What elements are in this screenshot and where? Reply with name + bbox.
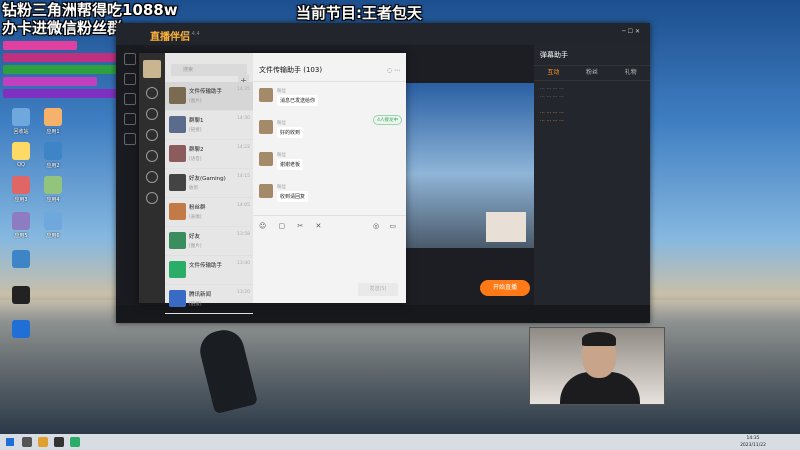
panel-title: 弹幕助手 — [534, 45, 650, 66]
app-version: v2.4.4 — [184, 31, 200, 37]
chat-pane: 文件传输助手 (103) ◌ ⋯ 4人接龙中 粉丝 消息已发送给你 粉丝 好的收到 … — [253, 53, 406, 303]
taskbar: 14:35 2023/11/22 — [0, 434, 800, 450]
wechat-icon[interactable] — [70, 437, 80, 447]
conversation-item[interactable]: 文件传输助手 13:40 — [165, 256, 253, 285]
panel-text: ··· ··· ··· ··· ··· ··· ··· ··· — [540, 86, 564, 100]
desktop-icon[interactable] — [4, 320, 38, 340]
search-input[interactable]: 搜索 + — [171, 64, 249, 87]
conversation-item[interactable]: 好友 13:58 [图片] — [165, 227, 253, 256]
tab-fans[interactable]: 粉丝 — [586, 66, 598, 80]
preview-webcam — [486, 212, 526, 242]
danmaku-line — [3, 77, 97, 86]
window-controls[interactable]: ─ ☐ ✕ — [622, 28, 640, 35]
conversation-item[interactable]: 群聊2 14:22 [语音] — [165, 140, 253, 169]
settings-icon[interactable] — [146, 192, 158, 204]
clock-date: 2023/11/22 — [740, 443, 766, 448]
sidebar-icon[interactable] — [124, 93, 136, 105]
conversation-item[interactable]: 群聊1 14:30 [链接] — [165, 111, 253, 140]
avatar[interactable] — [143, 60, 161, 78]
desktop-icon[interactable]: 应用2 — [36, 142, 70, 169]
desktop-icon[interactable]: 应用3 — [4, 176, 38, 203]
call-icons[interactable]: ◎ ▭ — [373, 222, 400, 230]
chat-title: 文件传输助手 (103) — [259, 66, 323, 74]
chat-icon[interactable] — [146, 87, 158, 99]
overlay-line-1: 钻粉三角洲帮得吃1088w — [2, 1, 178, 19]
chain-tag[interactable]: 4人接龙中 — [373, 115, 402, 125]
wechat-sidebar — [139, 53, 165, 303]
tab-interaction[interactable]: 互动 — [547, 66, 559, 80]
start-live-button[interactable]: 开始直播 — [480, 280, 530, 296]
panel-tabs: 互动 粉丝 礼物 — [534, 66, 650, 81]
desktop-icon[interactable]: QQ — [4, 142, 38, 168]
sidebar-icon[interactable] — [124, 113, 136, 125]
conversation-item[interactable]: 粉丝群 14:05 [表情] — [165, 198, 253, 227]
live-preview — [406, 83, 534, 248]
sidebar-icon[interactable] — [124, 73, 136, 85]
conversation-list: 搜索 + 文件传输助手 14:35 [图片] 群聊1 14:30 [链接] 群聊2 14:… — [165, 53, 253, 314]
message-input[interactable]: ☺ ▢ ✂ ✕ ◎ ▭ 发送(S) — [253, 215, 406, 304]
panel-highlight-text: ··· ··· ··· ··· ··· ··· ··· ··· — [540, 110, 564, 124]
files-icon[interactable] — [146, 150, 158, 162]
clock-time: 14:35 — [746, 436, 760, 441]
danmaku-panel: 弹幕助手 互动 粉丝 礼物 ··· ··· ··· ··· ··· ··· ···… — [534, 45, 650, 323]
desktop-icon[interactable]: 应用1 — [36, 108, 70, 135]
start-icon[interactable] — [6, 438, 14, 446]
app-icon[interactable] — [54, 437, 64, 447]
stream-overlay-right: 当前节目:王者包天 — [296, 4, 422, 22]
wechat-window: 搜索 + 文件传输助手 14:35 [图片] 群聊1 14:30 [链接] 群聊2 14:… — [139, 53, 406, 314]
desktop-icon[interactable]: 应用5 — [4, 212, 38, 239]
message-area: 4人接龙中 粉丝 消息已发送给你 粉丝 好的收到 粉丝 谢谢老板 粉丝 收到请回复 — [253, 81, 406, 216]
desktop-icon[interactable] — [4, 286, 38, 306]
favorites-icon[interactable] — [146, 129, 158, 141]
desktop-icon[interactable]: 应用4 — [36, 176, 70, 203]
desktop-icon[interactable]: 回收站 — [4, 108, 38, 135]
folder-icon[interactable] — [38, 437, 48, 447]
webcam-overlay — [529, 327, 665, 405]
desktop-icon[interactable] — [4, 250, 38, 270]
danmaku-line — [3, 89, 127, 98]
send-button[interactable]: 发送(S) — [358, 283, 398, 296]
tab-gifts[interactable]: 礼物 — [625, 66, 637, 80]
conversation-item[interactable]: 好友(Gaming) 14:15 收到 — [165, 169, 253, 198]
clock[interactable]: 14:35 2023/11/22 — [740, 435, 766, 449]
input-toolbar-icons[interactable]: ☺ ▢ ✂ ✕ — [259, 222, 326, 230]
contacts-icon[interactable] — [146, 108, 158, 120]
danmaku-line — [3, 53, 117, 62]
sidebar-icon[interactable] — [124, 133, 136, 145]
chat-more-icon[interactable]: ◌ ⋯ — [387, 67, 400, 74]
danmaku-line — [3, 41, 77, 50]
search-icon[interactable] — [22, 437, 32, 447]
conversation-item[interactable]: 腾讯新闻 13:20 [链接] — [165, 285, 253, 314]
app-titlebar: 直播伴侣 v2.4.4 ─ ☐ ✕ — [116, 23, 650, 45]
desktop-icon[interactable]: 应用6 — [36, 212, 70, 239]
moments-icon[interactable] — [146, 171, 158, 183]
webcam-person-hair — [582, 332, 616, 346]
sidebar-icon[interactable] — [124, 53, 136, 65]
conversation-item[interactable]: 文件传输助手 14:35 [图片] — [165, 82, 253, 111]
